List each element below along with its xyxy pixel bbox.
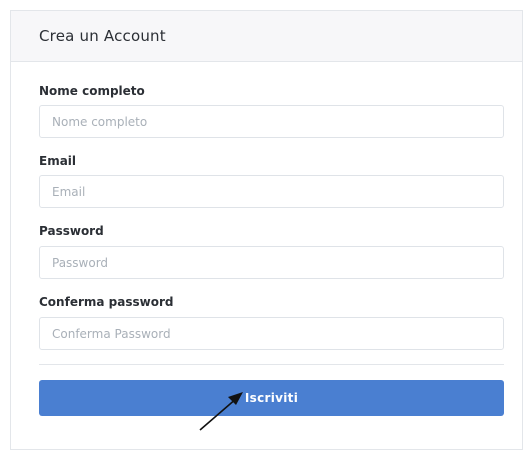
full-name-input[interactable]: [39, 105, 504, 138]
email-input[interactable]: [39, 175, 504, 208]
password-label: Password: [39, 224, 104, 238]
confirm-password-input[interactable]: [39, 317, 504, 350]
signup-card: Crea un Account Nome completo Email Pass…: [10, 10, 523, 450]
email-label: Email: [39, 154, 77, 168]
signup-button[interactable]: Iscriviti: [39, 380, 504, 416]
form-divider: [39, 364, 504, 365]
card-header: Crea un Account: [11, 11, 522, 62]
full-name-label: Nome completo: [39, 84, 145, 98]
password-input[interactable]: [39, 246, 504, 279]
confirm-password-label: Conferma password: [39, 295, 174, 309]
card-title: Crea un Account: [39, 27, 166, 45]
